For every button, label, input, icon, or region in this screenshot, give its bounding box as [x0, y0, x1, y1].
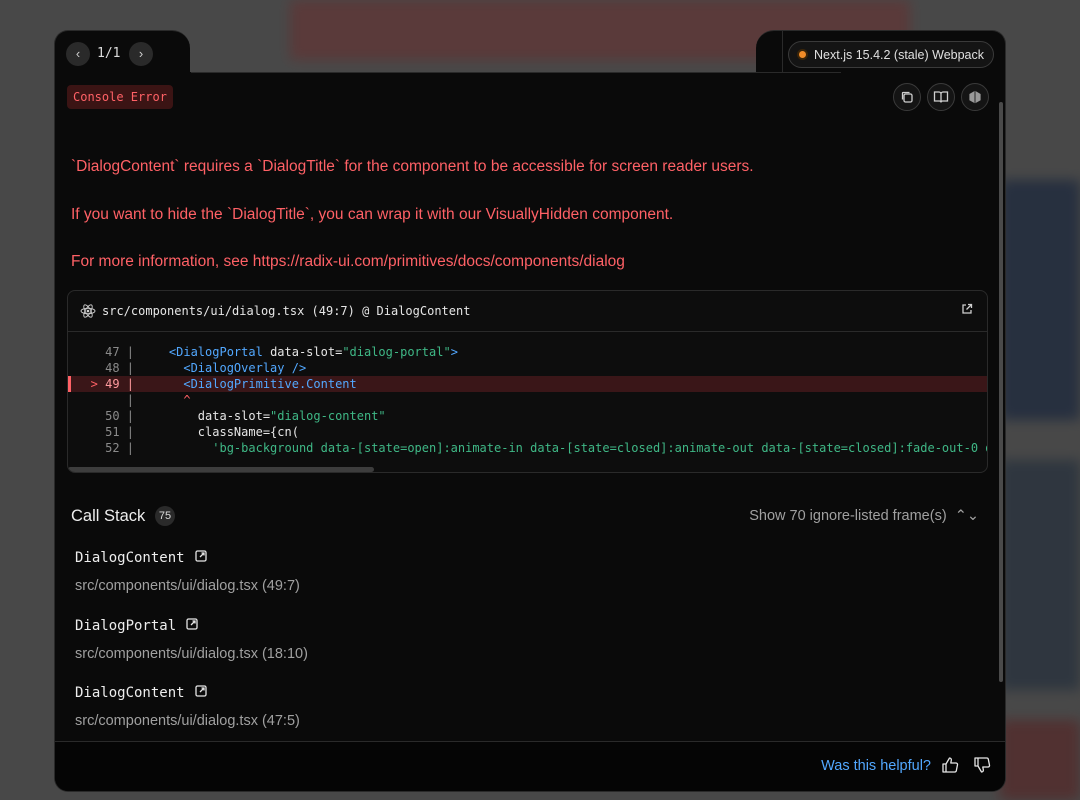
stale-status-dot	[797, 49, 809, 60]
ignore-listed-label: Show 70 ignore-listed frame(s)	[749, 508, 947, 524]
external-link-icon[interactable]	[194, 550, 207, 566]
vertical-scrollbar[interactable]	[999, 102, 1003, 682]
hexagon-icon	[969, 90, 981, 104]
version-label: Next.js 15.4.2 (stale) Webpack	[814, 47, 984, 62]
code-text: <DialogPortal data-slot="dialog-portal">	[168, 345, 458, 359]
thumbs-up-button[interactable]	[941, 756, 961, 776]
ignore-listed-toggle[interactable]: Show 70 ignore-listed frame(s) ⌃⌄	[749, 508, 979, 524]
code-line: 48 | <DialogOverlay />	[68, 360, 987, 376]
frame-function-name: DialogContent	[75, 550, 185, 566]
book-icon	[933, 91, 949, 103]
divider	[191, 72, 841, 73]
copy-icon	[901, 91, 913, 103]
code-lines: 47 | <DialogPortal data-slot="dialog-por…	[68, 332, 987, 472]
chevron-left-icon: ‹	[75, 46, 81, 61]
code-text: data-slot="dialog-content"	[197, 409, 386, 423]
chevron-right-icon: ›	[138, 46, 144, 61]
code-frame-file: src/components/ui/dialog.tsx (49:7) @ Di…	[102, 304, 471, 318]
line-number: 47 |	[105, 345, 134, 359]
code-line: | ^	[68, 392, 987, 408]
horizontal-scrollbar[interactable]	[68, 467, 374, 472]
external-link-icon[interactable]	[186, 617, 198, 634]
code-text: 'bg-background data-[state=open]:animate…	[212, 441, 988, 455]
code-line: 50 | data-slot="dialog-content"	[68, 408, 987, 424]
code-frame: src/components/ui/dialog.tsx (49:7) @ Di…	[67, 290, 988, 473]
frame-function-name: DialogPortal	[75, 617, 177, 634]
docs-button[interactable]	[927, 83, 955, 111]
code-text: ^	[183, 393, 191, 407]
pagination-tab-curve	[158, 30, 190, 74]
line-number: > 49 |	[90, 377, 134, 391]
next-error-button[interactable]: ›	[129, 42, 153, 66]
line-number: 51 |	[105, 425, 134, 439]
code-line-highlighted: > 49 | <DialogPrimitive.Content	[68, 376, 987, 392]
frame-file-location: src/components/ui/dialog.tsx (49:7)	[75, 578, 300, 594]
call-stack-frame[interactable]: DialogContent	[75, 550, 207, 566]
code-line: 47 | <DialogPortal data-slot="dialog-por…	[68, 344, 987, 360]
overlay-tabbar: ‹ 1/1 › Next.js 15.4.2 (stale) Webpack	[54, 30, 1006, 74]
external-link-icon[interactable]	[194, 685, 207, 701]
call-stack-frame[interactable]: DialogContent	[75, 685, 207, 701]
line-number: |	[119, 393, 134, 407]
line-number: 48 |	[105, 361, 134, 375]
prev-error-button[interactable]: ‹	[66, 42, 90, 66]
frame-file-location: src/components/ui/dialog.tsx (47:5)	[75, 713, 300, 729]
overlay-footer: Was this helpful?	[55, 741, 1005, 791]
code-text: className={cn(	[197, 425, 299, 439]
highlight-marker	[68, 376, 71, 392]
call-stack-count: 75	[155, 506, 175, 526]
version-badge[interactable]: Next.js 15.4.2 (stale) Webpack	[788, 41, 994, 68]
external-link-icon	[962, 303, 973, 314]
chevron-up-down-icon: ⌃⌄	[954, 508, 979, 524]
error-overlay: ‹ 1/1 › Next.js 15.4.2 (stale) Webpack C…	[54, 30, 1006, 792]
frame-file-location: src/components/ui/dialog.tsx (18:10)	[75, 645, 308, 662]
code-text: <DialogOverlay />	[183, 361, 307, 375]
code-frame-header: src/components/ui/dialog.tsx (49:7) @ Di…	[68, 291, 987, 332]
copy-button[interactable]	[893, 83, 921, 111]
code-line: 52 | 'bg-background data-[state=open]:an…	[68, 440, 988, 456]
error-type-badge: Console Error	[67, 85, 173, 109]
error-panel: Console Error `DialogContent` requires a…	[54, 72, 1006, 792]
helpful-prompt: Was this helpful?	[821, 758, 931, 774]
thumbs-down-icon	[974, 757, 991, 773]
page-indicator: 1/1	[97, 46, 121, 61]
call-stack-title: Call Stack	[71, 507, 146, 525]
thumbs-up-icon	[942, 757, 959, 773]
node-inspector-button[interactable]	[961, 83, 989, 111]
error-message-line[interactable]: For more information, see https://radix-…	[71, 253, 625, 271]
code-line: 51 | className={cn(	[68, 424, 987, 440]
code-text: <DialogPrimitive.Content	[183, 377, 357, 391]
react-icon	[80, 304, 96, 318]
line-number: 50 |	[105, 409, 134, 423]
call-stack-frame[interactable]: DialogPortal	[75, 618, 198, 634]
frame-function-name: DialogContent	[75, 685, 185, 701]
error-message-line: If you want to hide the `DialogTitle`, y…	[71, 206, 674, 223]
thumbs-down-button[interactable]	[973, 756, 993, 776]
open-in-editor-button[interactable]	[961, 303, 973, 318]
line-number: 52 |	[105, 441, 134, 455]
error-message-line: `DialogContent` requires a `DialogTitle`…	[71, 158, 754, 175]
